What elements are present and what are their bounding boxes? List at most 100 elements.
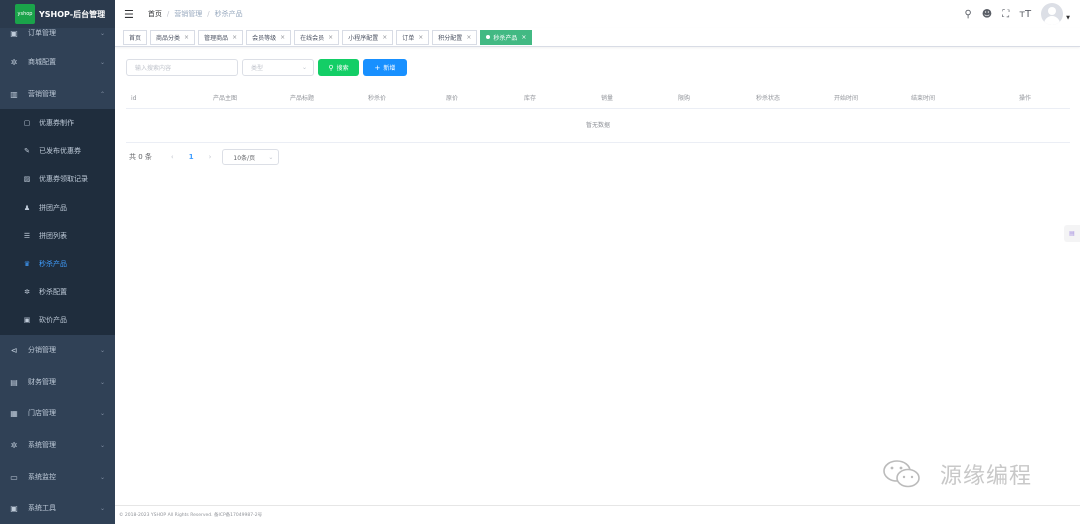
navbar: ☰ 首页 / 营销管理 / 秒杀产品 ⚲ ☻ ⛶ ᴛT ▼ [115, 0, 1080, 28]
header-tools: ⚲ ☻ ⛶ ᴛT ▼ [954, 0, 1070, 28]
column-header-12: 操作 [1019, 95, 1032, 102]
sidebar-item-5[interactable]: ▤ 财务管理 ⌄ [0, 368, 115, 396]
tag-2[interactable]: 商品分类 × [150, 29, 196, 45]
close-icon[interactable]: × [184, 34, 189, 41]
column-header-2: 产品主图 [213, 95, 238, 102]
page-number[interactable]: 1 [189, 153, 194, 161]
add-button[interactable]: + 新增 [363, 59, 407, 76]
seckill-table: id 产品主图 产品标题 秒杀价 原价 库存 销量 限购 秒杀状态 开始时间 结束时间 操作 暂无数据 [126, 88, 1070, 143]
coupon-icon: ▢ [23, 119, 31, 127]
submenu-item-label: 拼团列表 [39, 231, 67, 240]
tag-8[interactable]: 积分配置 × [432, 29, 478, 45]
pagination-total: 共 0 条 [129, 153, 152, 161]
sidebar-item-label: 系统监控 [28, 473, 56, 481]
submenu-item-7[interactable]: ✲ 秒杀配置 [0, 278, 115, 306]
close-icon[interactable]: × [280, 34, 285, 41]
chevron-down-icon: ⌄ [268, 153, 274, 161]
tag-5[interactable]: 在线会员 × [294, 29, 340, 45]
column-header-10: 开始时间 [834, 95, 859, 102]
tag-4[interactable]: 会员等级 × [246, 29, 292, 45]
page-size-select[interactable]: 10条/页 ⌄ [222, 149, 280, 165]
sidebar-item-1[interactable]: ▣ 订单管理 ⌄ [0, 19, 115, 47]
tag-label: 秒杀产品 [493, 34, 518, 42]
sidebar-item-label: 营销管理 [28, 90, 56, 98]
chevron-down-icon: ⌄ [99, 504, 105, 512]
active-dot-icon [486, 35, 491, 39]
tag-label: 商品分类 [156, 34, 181, 42]
sidebar-item-6[interactable]: ▦ 门店管理 ⌄ [0, 399, 115, 427]
sidebar-item-9[interactable]: ▣ 系统工具 ⌄ [0, 494, 115, 522]
submenu-item-6[interactable]: ♛ 秒杀产品 [0, 250, 115, 278]
close-icon[interactable]: × [521, 34, 526, 41]
gear-icon: ✲ [10, 57, 18, 67]
user-group-icon: ♟ [23, 203, 31, 212]
breadcrumb: 首页 / 营销管理 / 秒杀产品 [147, 9, 243, 19]
close-icon[interactable]: × [466, 34, 471, 41]
table-header: id 产品主图 产品标题 秒杀价 原价 库存 销量 限购 秒杀状态 开始时间 结束时间 操作 [126, 88, 1070, 109]
order-icon: ▣ [10, 28, 18, 38]
column-header-9: 秒杀状态 [756, 95, 781, 102]
chevron-down-icon: ⌄ [99, 473, 105, 481]
tag-7[interactable]: 订单 × [396, 29, 430, 45]
sidebar-item-3[interactable]: ▥ 营销管理 ⌃ [0, 80, 115, 108]
prev-page-icon[interactable]: ‹ [171, 153, 174, 161]
search-button-label: 搜索 [336, 65, 349, 72]
fullscreen-icon[interactable]: ⛶ [1002, 9, 1009, 20]
tag-label: 会员等级 [252, 34, 277, 42]
next-page-icon[interactable]: › [209, 153, 212, 161]
tshirt-icon: ♛ [23, 260, 31, 268]
caret-down-icon[interactable]: ▼ [1066, 15, 1070, 21]
column-header-4: 秒杀价 [368, 95, 387, 102]
submenu-item-3[interactable]: ▨ 优惠券领取记录 [0, 165, 115, 193]
tag-label: 小程序配置 [348, 34, 379, 42]
submenu-item-5[interactable]: ☰ 拼团列表 [0, 222, 115, 250]
submenu-item-2[interactable]: ✎ 已发布优惠券 [0, 137, 115, 165]
page-size-value: 10条/页 [233, 154, 256, 162]
tag-9[interactable]: 秒杀产品 × [480, 29, 533, 45]
tool-icon: ▣ [10, 503, 18, 513]
wechat-logo-icon [883, 460, 920, 488]
sidebar: yshop YSHOP-后台管理 ▣ 订单管理 ⌄ ✲ 商城配置 ⌄ ▥ 营销管理 ⌃ ⊲ 分销管理… [0, 0, 115, 524]
watermark: 源缘编程 [882, 458, 1032, 490]
column-header-11: 结束时间 [911, 95, 936, 102]
type-select[interactable]: 类型 ⌄ [242, 59, 314, 76]
search-icon[interactable]: ⚲ [964, 9, 971, 20]
sidebar-item-2[interactable]: ✲ 商城配置 ⌄ [0, 48, 115, 76]
search-input[interactable]: 输入搜索内容 [126, 59, 238, 76]
column-header-6: 库存 [524, 95, 537, 102]
tag-3[interactable]: 管理商品 × [198, 29, 244, 45]
search-button[interactable]: ⚲ 搜索 [318, 59, 359, 76]
sidebar-item-4[interactable]: ⊲ 分销管理 ⌄ [0, 336, 115, 364]
avatar[interactable] [1041, 3, 1064, 25]
chart-icon: ▥ [10, 89, 18, 99]
close-icon[interactable]: × [328, 34, 333, 41]
breadcrumb-marketing[interactable]: 营销管理 [174, 9, 202, 19]
tag-label: 管理商品 [204, 34, 229, 42]
widget-icon: ▤ [1069, 230, 1075, 237]
font-size-icon[interactable]: ᴛT [1019, 9, 1031, 20]
breadcrumb-home[interactable]: 首页 [148, 9, 162, 19]
empty-text: 暂无数据 [585, 122, 610, 129]
column-header-7: 销量 [601, 95, 614, 102]
side-widget[interactable]: ▤ [1064, 225, 1080, 242]
sidebar-item-7[interactable]: ✲ 系统管理 ⌄ [0, 431, 115, 459]
monitor-icon: ▭ [10, 472, 18, 482]
tag-6[interactable]: 小程序配置 × [342, 29, 394, 45]
tag-1[interactable]: 首页 [123, 29, 148, 45]
submenu-item-8[interactable]: ▣ 砍价产品 [0, 306, 115, 334]
submenu-item-label: 秒杀配置 [39, 288, 67, 297]
hamburger-icon[interactable]: ☰ [124, 8, 134, 21]
github-icon[interactable]: ☻ [982, 9, 992, 20]
close-icon[interactable]: × [418, 34, 423, 41]
chevron-down-icon: ⌄ [99, 58, 105, 66]
submenu-item-1[interactable]: ▢ 优惠券制作 [0, 109, 115, 137]
close-icon[interactable]: × [232, 34, 237, 41]
tag-label: 积分配置 [438, 34, 463, 42]
sidebar-item-8[interactable]: ▭ 系统监控 ⌄ [0, 463, 115, 491]
share-icon: ⊲ [10, 345, 18, 355]
close-icon[interactable]: × [382, 34, 387, 41]
submenu-item-4[interactable]: ♟ 拼团产品 [0, 194, 115, 222]
config-gear-icon: ✲ [24, 288, 30, 297]
sidebar-item-label: 订单管理 [28, 29, 56, 37]
column-header-8: 限购 [678, 95, 691, 102]
